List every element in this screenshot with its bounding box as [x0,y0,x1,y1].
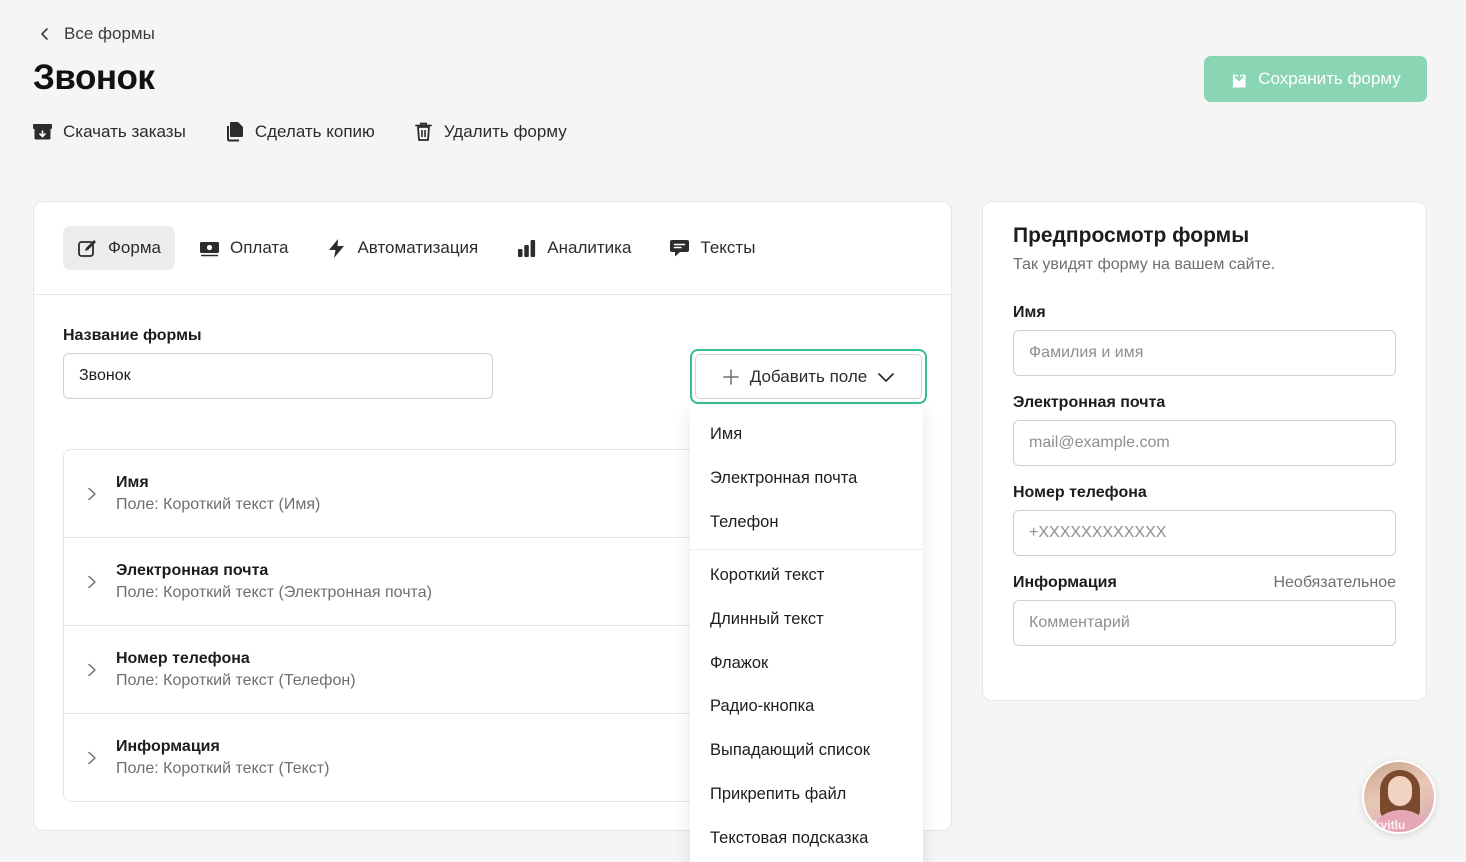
menu-item-phone[interactable]: Телефон [690,500,923,544]
field-row[interactable]: Электронная почта Поле: Короткий текст (… [64,538,702,626]
field-texts: Номер телефона Поле: Короткий текст (Тел… [116,650,356,690]
preview-field-label: Номер телефона [1013,484,1147,501]
form-name-value: Звонок [79,367,131,384]
menu-item-select[interactable]: Выпадающий список [690,729,923,773]
preview-info-input[interactable]: Комментарий [1013,600,1396,646]
delete-form-label: Удалить форму [443,121,567,141]
field-type: Поле: Короткий текст (Электронная почта) [116,583,432,601]
field-row[interactable]: Информация Поле: Короткий текст (Текст) [64,714,702,801]
form-preview-card: Предпросмотр формы Так увидят форму на в… [982,201,1427,701]
preview-field-label: Информация [1013,574,1117,591]
menu-item-hint[interactable]: Текстовая подсказка [690,816,923,860]
avatar-face [1388,776,1412,806]
tab-automation[interactable]: Автоматизация [312,226,492,270]
lightning-icon [329,238,345,258]
field-type: Поле: Короткий текст (Телефон) [116,671,356,689]
plus-icon [722,368,739,385]
menu-item-email[interactable]: Электронная почта [690,457,923,501]
preview-field-label: Электронная почта [1013,394,1166,411]
menu-item-file[interactable]: Прикрепить файл [690,773,923,817]
field-name: Информация [116,737,220,755]
preview-placeholder: mail@example.com [1029,434,1170,451]
avatar-watermark: kvitlu [1374,818,1406,832]
tabs-divider [34,294,951,295]
menu-item-short-text[interactable]: Короткий текст [690,554,923,598]
chevron-left-icon [41,28,48,40]
form-name-input[interactable]: Звонок [63,353,493,399]
field-texts: Информация Поле: Короткий текст (Текст) [116,738,329,778]
tab-automation-label: Автоматизация [357,238,479,257]
tab-payment-label: Оплата [229,238,289,257]
tab-payment[interactable]: Оплата [185,226,302,270]
form-actions: Скачать заказы Сделать копию Удалить фор… [32,121,567,142]
preview-field-label-row: Имя [1013,304,1396,322]
copy-icon [226,122,243,142]
field-name: Электронная почта [116,561,269,579]
support-chat-avatar[interactable]: kvitlu [1362,760,1436,834]
tab-analytics[interactable]: Аналитика [502,226,645,270]
chevron-down-icon [878,372,895,382]
chevron-right-icon [88,487,96,500]
save-form-button[interactable]: Сохранить форму [1204,56,1427,102]
download-orders-label: Скачать заказы [63,121,186,141]
trash-icon [414,122,432,141]
save-form-label: Сохранить форму [1258,69,1401,88]
money-icon [199,241,219,256]
field-row[interactable]: Имя Поле: Короткий текст (Имя) [64,450,702,538]
editor-tabs: Форма Оплата Автоматизация Аналитика Тек… [63,226,769,270]
preview-title: Предпросмотр формы [1013,224,1250,247]
menu-divider [690,549,923,551]
bar-chart-icon [518,239,536,257]
menu-item-checkbox[interactable]: Флажок [690,641,923,685]
tab-texts-label: Тексты [700,238,756,257]
field-texts: Электронная почта Поле: Короткий текст (… [116,562,432,602]
preview-placeholder: Фамилия и имя [1029,344,1144,361]
field-name: Номер телефона [116,649,250,667]
message-icon [670,239,690,256]
copy-form-button[interactable]: Сделать копию [224,121,375,142]
preview-optional-tag: Необязательное [1273,574,1396,591]
menu-item-radio[interactable]: Радио-кнопка [690,685,923,729]
preview-field-label-row: Номер телефона [1013,484,1396,502]
add-field-dropdown-button[interactable]: Добавить поле [690,349,927,404]
archive-icon [33,124,52,140]
field-row[interactable]: Номер телефона Поле: Короткий текст (Тел… [64,626,702,714]
field-texts: Имя Поле: Короткий текст (Имя) [116,474,320,514]
back-link[interactable]: Все формы [38,24,155,44]
preview-placeholder: +XXXXXXXXXXXX [1029,524,1167,541]
preview-email-input[interactable]: mail@example.com [1013,420,1396,466]
tab-analytics-label: Аналитика [547,238,632,257]
menu-item-name[interactable]: Имя [690,413,923,457]
menu-item-long-text[interactable]: Длинный текст [690,598,923,642]
tab-form[interactable]: Форма [63,226,175,270]
add-field-inner: Добавить поле [695,354,922,399]
preview-placeholder: Комментарий [1029,614,1130,631]
preview-phone-input[interactable]: +XXXXXXXXXXXX [1013,510,1396,556]
preview-field-label: Имя [1013,304,1046,321]
field-name: Имя [116,473,149,491]
save-download-icon [1232,69,1246,88]
tab-form-label: Форма [108,238,161,257]
page-title: Звонок [33,58,155,97]
copy-form-label: Сделать копию [254,121,375,141]
preview-field-label-row: Информация Необязательное [1013,574,1396,592]
download-orders-button[interactable]: Скачать заказы [32,121,186,142]
fields-list: Имя Поле: Короткий текст (Имя) Электронн… [63,449,703,802]
delete-form-button[interactable]: Удалить форму [413,121,567,142]
preview-subtitle: Так увидят форму на вашем сайте. [1013,256,1276,273]
form-name-label: Название формы [63,327,202,344]
add-field-menu: Имя Электронная почта Телефон Короткий т… [690,405,923,862]
chevron-right-icon [88,663,96,676]
preview-name-input[interactable]: Фамилия и имя [1013,330,1396,376]
edit-icon [78,239,96,257]
add-field-label: Добавить поле [749,366,868,386]
chevron-right-icon [88,575,96,588]
tab-texts[interactable]: Тексты [655,226,769,270]
preview-field-label-row: Электронная почта [1013,394,1396,412]
chevron-right-icon [88,751,96,764]
back-link-label: Все формы [64,24,155,43]
field-type: Поле: Короткий текст (Имя) [116,495,321,513]
field-type: Поле: Короткий текст (Текст) [116,759,330,777]
